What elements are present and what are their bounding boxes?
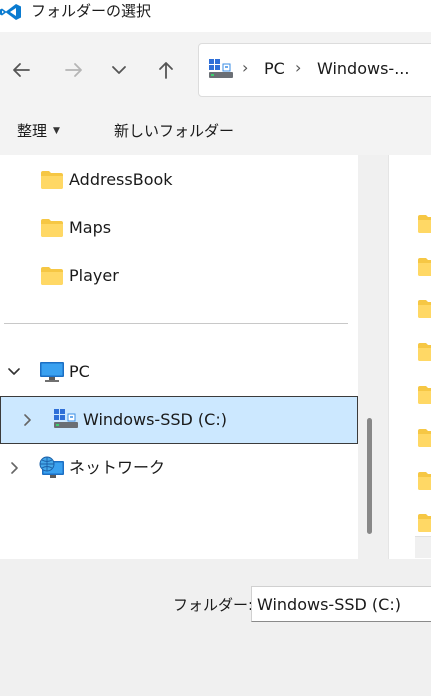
tree-item-windows-ssd[interactable]: Windows-SSD (C:) [0, 396, 358, 444]
chevron-right-icon[interactable] [8, 462, 20, 474]
chevron-down-icon[interactable] [8, 366, 20, 378]
arrow-right-icon [65, 63, 82, 77]
drive-icon [209, 59, 233, 78]
forward-button[interactable] [60, 56, 88, 84]
tree-item-maps[interactable]: Maps [0, 205, 358, 251]
content-pane [388, 155, 431, 559]
folder-picker-dialog: フォルダーの選択 › PC › Windows-... 整理 ▼ 新しいフォルダ… [0, 0, 431, 696]
folder-icon[interactable] [417, 385, 431, 405]
caret-down-icon: ▼ [53, 126, 60, 136]
back-button[interactable] [7, 56, 35, 84]
footer-area: フォルダー: [0, 559, 431, 696]
navigation-pane: AddressBook Maps Player PC Windows-SSD (… [0, 155, 358, 559]
arrow-up-icon [159, 62, 173, 79]
folder-icon[interactable] [417, 342, 431, 362]
up-button[interactable] [152, 56, 180, 84]
vscode-icon [0, 4, 21, 20]
folder-icon[interactable] [417, 471, 431, 491]
network-icon [39, 456, 64, 478]
monitor-icon [40, 362, 64, 382]
vertical-scrollbar[interactable] [367, 418, 372, 534]
title-bar: フォルダーの選択 [0, 0, 431, 32]
tree-item-label: Player [69, 266, 119, 285]
tree-item-label: ネットワーク [69, 458, 166, 477]
window-title: フォルダーの選択 [31, 2, 152, 20]
section-divider [4, 323, 348, 324]
organize-label: 整理 [17, 122, 48, 140]
new-folder-button[interactable]: 新しいフォルダー [114, 121, 234, 141]
breadcrumb-separator: › [295, 58, 302, 77]
folder-icon[interactable] [417, 257, 431, 277]
tree-item-label: Windows-SSD (C:) [83, 410, 227, 429]
command-bar: 整理 ▼ 新しいフォルダー [0, 108, 431, 155]
folder-field-label: フォルダー: [173, 596, 254, 614]
folder-icon [41, 219, 63, 237]
tree-item-label: Maps [69, 218, 112, 237]
folder-name-input[interactable] [251, 586, 431, 622]
recent-locations-button[interactable] [105, 56, 133, 84]
tree-item-network[interactable]: ネットワーク [0, 445, 358, 491]
organize-button[interactable]: 整理 ▼ [17, 121, 60, 141]
folder-icon[interactable] [417, 299, 431, 319]
address-bar[interactable]: › PC › Windows-... [198, 43, 431, 97]
tree-item-addressbook[interactable]: AddressBook [0, 157, 358, 203]
navigation-bar: › PC › Windows-... [0, 32, 431, 108]
folder-icon [41, 171, 63, 189]
folder-icon[interactable] [417, 513, 431, 533]
breadcrumb-pc[interactable]: PC [264, 58, 285, 80]
folder-icon [41, 267, 63, 285]
arrow-left-icon [13, 63, 30, 77]
tree-item-pc[interactable]: PC [0, 349, 358, 395]
horizontal-scrollbar[interactable] [415, 536, 431, 558]
tree-item-label: PC [69, 362, 90, 381]
breadcrumb-separator: › [242, 58, 249, 77]
tree-item-player[interactable]: Player [0, 253, 358, 299]
chevron-right-icon[interactable] [21, 414, 33, 426]
drive-icon [54, 409, 78, 428]
folder-icon[interactable] [417, 214, 431, 234]
tree-item-label: AddressBook [69, 170, 173, 189]
chevron-down-icon [112, 66, 126, 74]
breadcrumb-windows-ssd[interactable]: Windows-... [317, 58, 409, 80]
folder-icon[interactable] [417, 428, 431, 448]
